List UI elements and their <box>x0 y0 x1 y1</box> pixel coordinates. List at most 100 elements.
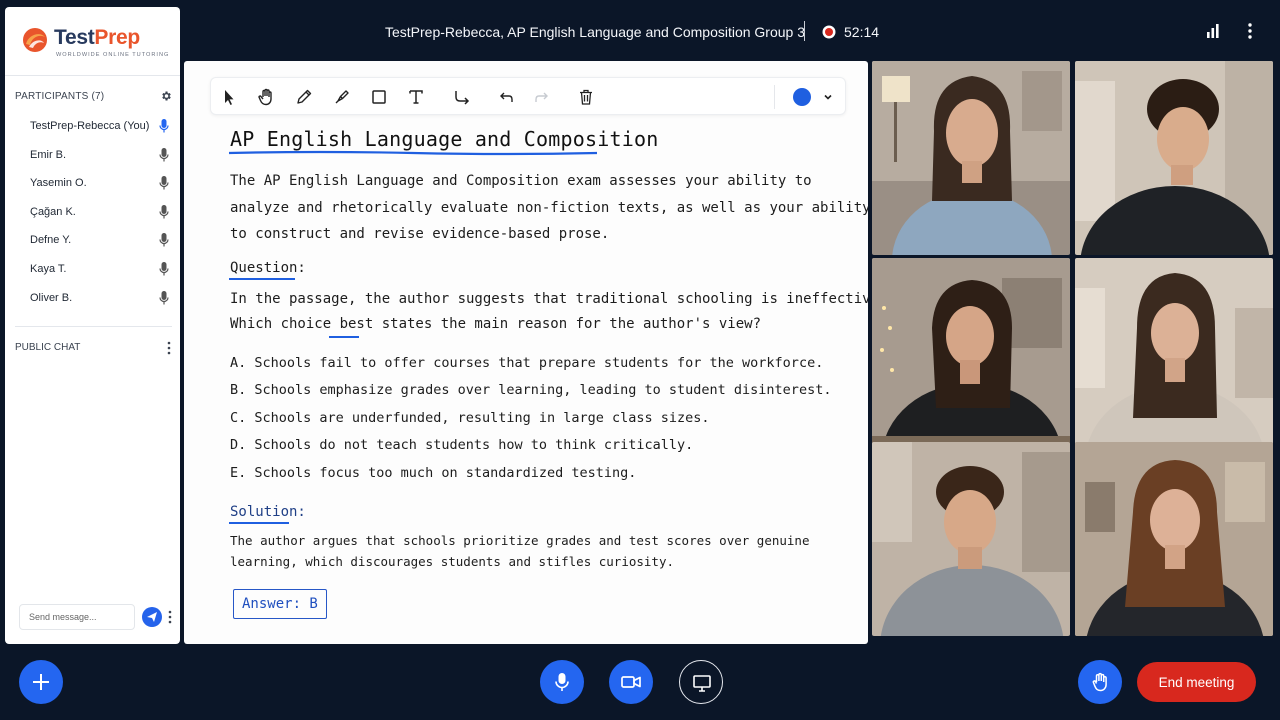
participant-name: Emir B. <box>30 148 67 161</box>
participant-video-icon <box>1075 61 1273 255</box>
question-line: In the passage, the author suggests that… <box>230 291 868 307</box>
participant-row[interactable]: Çağan K. <box>5 199 180 228</box>
trash-icon <box>580 89 592 105</box>
screen-share-button[interactable] <box>679 660 723 704</box>
toolbar-separator <box>774 85 775 109</box>
participant-list: TestPrep-Rebecca (You) Emir B. Yasemin O… <box>5 113 180 313</box>
camera-toggle-button[interactable] <box>609 660 653 704</box>
participant-name: Defne Y. <box>30 234 72 247</box>
video-tile[interactable] <box>1075 61 1273 255</box>
video-tile[interactable] <box>872 258 1070 452</box>
intro-line: analyze and rhetorically evaluate non-fi… <box>230 200 868 216</box>
answer-option: A. Schools fail to offer courses that pr… <box>230 355 824 371</box>
microphone-icon <box>159 233 169 247</box>
whiteboard[interactable]: AP English Language and Composition The … <box>184 61 868 644</box>
microphone-icon <box>159 147 169 162</box>
solution-line: learning, which discourages students and… <box>230 554 675 569</box>
pencil-tool-button[interactable] <box>294 87 314 107</box>
testprep-logo: TestPrep WORLDWIDE ONLINE TUTORING <box>20 25 170 65</box>
more-vertical-icon[interactable] <box>1246 22 1254 40</box>
add-button[interactable] <box>19 660 63 704</box>
answer-text: Answer: B <box>242 596 318 612</box>
video-tile[interactable] <box>1075 258 1273 452</box>
chevron-down-icon[interactable] <box>823 92 833 102</box>
rectangle-tool-icon <box>372 90 386 104</box>
answer-option: D. Schools do not teach students how to … <box>230 437 694 453</box>
participant-video-icon <box>1075 442 1273 636</box>
text-tool-button[interactable] <box>406 87 426 107</box>
sidebar-divider <box>5 75 180 76</box>
public-chat-header: PUBLIC CHAT <box>15 341 172 355</box>
more-vertical-icon[interactable] <box>167 610 173 624</box>
solution-label-underline <box>229 522 289 524</box>
monitor-icon <box>693 675 711 692</box>
solution-label: Solution: <box>230 504 306 520</box>
video-tile[interactable] <box>872 61 1070 255</box>
microphone-icon <box>555 673 569 691</box>
participants-title: PARTICIPANTS (7) <box>15 91 105 102</box>
microphone-toggle-button[interactable] <box>540 660 584 704</box>
title-separator <box>804 21 805 41</box>
microphone-icon <box>159 290 169 305</box>
hand-tool-icon <box>258 88 272 106</box>
whiteboard-title: AP English Language and Composition <box>230 127 659 151</box>
delete-button[interactable] <box>576 87 596 107</box>
select-tool-button[interactable] <box>219 87 239 107</box>
question-label: Question: <box>230 260 306 276</box>
color-picker-swatch[interactable] <box>793 88 811 106</box>
solution-line: The author argues that schools prioritiz… <box>230 533 810 548</box>
pencil-tool-icon <box>297 89 312 104</box>
microphone-icon <box>159 261 169 276</box>
chat-message-input[interactable] <box>19 604 135 630</box>
connector-tool-icon <box>455 91 470 105</box>
video-tile[interactable] <box>872 442 1070 636</box>
gear-icon[interactable] <box>160 90 172 102</box>
participant-video-icon <box>1075 258 1273 452</box>
rectangle-tool-button[interactable] <box>369 87 389 107</box>
participant-row[interactable]: Defne Y. <box>5 227 180 256</box>
public-chat-title: PUBLIC CHAT <box>15 342 81 353</box>
hand-tool-button[interactable] <box>256 87 276 107</box>
more-vertical-icon[interactable] <box>166 341 172 355</box>
microphone-icon <box>159 176 169 190</box>
answer-option: C. Schools are underfunded, resulting in… <box>230 410 710 426</box>
redo-button[interactable] <box>531 87 551 107</box>
answer-option: B. Schools emphasize grades over learnin… <box>230 382 832 398</box>
participant-name: Çağan K. <box>30 205 76 218</box>
send-message-button[interactable] <box>142 607 162 627</box>
participant-row[interactable]: Kaya T. <box>5 256 180 285</box>
video-tile[interactable] <box>1075 442 1273 636</box>
raise-hand-button[interactable] <box>1078 660 1122 704</box>
marker-tool-button[interactable] <box>332 87 352 107</box>
participant-name: TestPrep-Rebecca (You) <box>30 120 150 132</box>
participants-header: PARTICIPANTS (7) <box>15 90 172 104</box>
participant-row[interactable]: Yasemin O. <box>5 170 180 199</box>
question-label-underline <box>229 278 295 280</box>
testprep-logo-mark-icon <box>23 28 47 52</box>
text-tool-icon <box>409 90 423 104</box>
participant-row[interactable]: Emir B. <box>5 142 180 171</box>
undo-icon <box>500 92 513 102</box>
undo-button[interactable] <box>497 87 517 107</box>
question-line: Which choice best states the main reason… <box>230 316 762 332</box>
send-icon <box>147 612 157 622</box>
participant-video-icon <box>872 442 1070 636</box>
answer-box: Answer: B <box>233 589 327 619</box>
whiteboard-toolbar <box>210 77 846 115</box>
redo-icon <box>535 92 548 102</box>
participant-row[interactable]: Oliver B. <box>5 285 180 314</box>
participant-video-icon <box>872 61 1070 255</box>
microphone-active-icon <box>159 119 169 133</box>
brand-tagline: WORLDWIDE ONLINE TUTORING <box>56 52 170 58</box>
connector-tool-button[interactable] <box>452 87 472 107</box>
answer-option: E. Schools focus too much on standardize… <box>230 465 637 481</box>
sidebar-divider <box>15 326 172 327</box>
participant-name: Oliver B. <box>30 291 73 304</box>
connection-signal-icon[interactable] <box>1206 24 1220 38</box>
participant-name: Kaya T. <box>30 262 67 275</box>
emphasis-underline <box>329 336 359 338</box>
select-tool-icon <box>225 90 234 105</box>
participant-row[interactable]: TestPrep-Rebecca (You) <box>5 113 180 142</box>
brand-name: TestPrep <box>54 26 140 49</box>
end-meeting-button[interactable]: End meeting <box>1137 662 1256 702</box>
